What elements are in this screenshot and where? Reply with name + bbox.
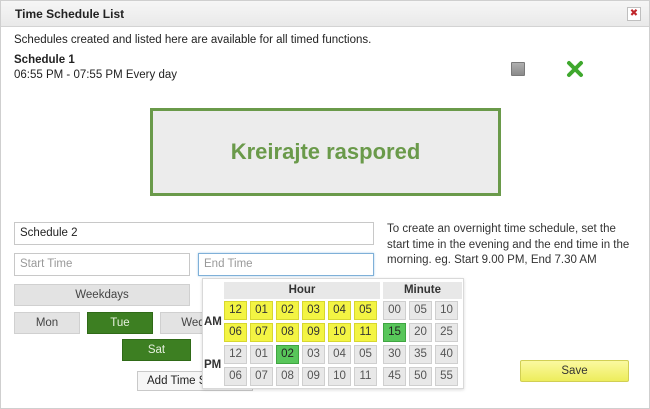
hour-cell-pm-02[interactable]: 02 — [276, 345, 299, 364]
hour-cell-pm-03[interactable]: 03 — [302, 345, 325, 364]
delete-icon[interactable] — [566, 60, 584, 78]
hour-cell-am-07[interactable]: 07 — [250, 323, 273, 342]
schedule-name: Schedule 1 — [14, 54, 75, 66]
schedule-name-input[interactable]: Schedule 2 — [14, 222, 374, 245]
hour-cell-am-02[interactable]: 02 — [276, 301, 299, 320]
hour-cell-pm-01[interactable]: 01 — [250, 345, 273, 364]
hour-cell-am-10[interactable]: 10 — [328, 323, 351, 342]
minute-cell-30[interactable]: 30 — [383, 345, 406, 364]
hour-cell-pm-05[interactable]: 05 — [354, 345, 377, 364]
minute-cell-15[interactable]: 15 — [383, 323, 406, 342]
minute-cell-20[interactable]: 20 — [409, 323, 432, 342]
hour-cell-am-09[interactable]: 09 — [302, 323, 325, 342]
hour-cell-am-12[interactable]: 12 — [224, 301, 247, 320]
day-sat-button[interactable]: Sat — [122, 339, 191, 361]
intro-text: Schedules created and listed here are av… — [14, 34, 372, 46]
hour-cell-am-08[interactable]: 08 — [276, 323, 299, 342]
hour-cell-pm-09[interactable]: 09 — [302, 367, 325, 386]
start-time-input[interactable]: Start Time — [14, 253, 190, 276]
minute-cell-05[interactable]: 05 — [409, 301, 432, 320]
minute-cell-25[interactable]: 25 — [435, 323, 458, 342]
am-label: AM — [204, 316, 222, 328]
hour-cell-pm-12[interactable]: 12 — [224, 345, 247, 364]
time-picker-popup: Hour Minute AM PM 12 01 02 03 04 05 06 07 08 09 10… — [202, 278, 464, 389]
hour-cell-am-06[interactable]: 06 — [224, 323, 247, 342]
day-tue-button[interactable]: Tue — [87, 312, 153, 334]
hour-cell-am-11[interactable]: 11 — [354, 323, 377, 342]
minute-cell-35[interactable]: 35 — [409, 345, 432, 364]
minute-cell-10[interactable]: 10 — [435, 301, 458, 320]
schedule-time: 06:55 PM - 07:55 PM Every day — [14, 69, 177, 81]
close-icon[interactable]: ✖ — [627, 7, 641, 21]
day-mon-button[interactable]: Mon — [14, 312, 80, 334]
save-button[interactable]: Save — [520, 360, 629, 382]
hour-cell-am-05[interactable]: 05 — [354, 301, 377, 320]
overnight-help-text: To create an overnight time schedule, se… — [387, 223, 630, 266]
edit-icon[interactable] — [511, 62, 525, 76]
pm-label: PM — [204, 359, 222, 371]
create-schedule-label: Kreirajte raspored — [230, 139, 421, 164]
end-time-input[interactable]: End Time — [198, 253, 374, 276]
weekdays-button[interactable]: Weekdays — [14, 284, 190, 306]
minute-cell-45[interactable]: 45 — [383, 367, 406, 386]
hour-cell-pm-07[interactable]: 07 — [250, 367, 273, 386]
hour-cell-pm-04[interactable]: 04 — [328, 345, 351, 364]
dialog-title: Time Schedule List — [15, 7, 125, 21]
hour-cell-pm-11[interactable]: 11 — [354, 367, 377, 386]
hour-cell-am-03[interactable]: 03 — [302, 301, 325, 320]
hour-cell-am-01[interactable]: 01 — [250, 301, 273, 320]
hour-cell-pm-10[interactable]: 10 — [328, 367, 351, 386]
hour-header: Hour — [224, 282, 380, 299]
create-schedule-button[interactable]: Kreirajte raspored — [150, 108, 501, 196]
dialog-titlebar: Time Schedule List ✖ — [1, 1, 649, 27]
minute-cell-50[interactable]: 50 — [409, 367, 432, 386]
hour-cell-pm-08[interactable]: 08 — [276, 367, 299, 386]
minute-cell-55[interactable]: 55 — [435, 367, 458, 386]
minute-header: Minute — [383, 282, 462, 299]
minute-cell-40[interactable]: 40 — [435, 345, 458, 364]
hour-cell-pm-06[interactable]: 06 — [224, 367, 247, 386]
minute-cell-00[interactable]: 00 — [383, 301, 406, 320]
hour-cell-am-04[interactable]: 04 — [328, 301, 351, 320]
